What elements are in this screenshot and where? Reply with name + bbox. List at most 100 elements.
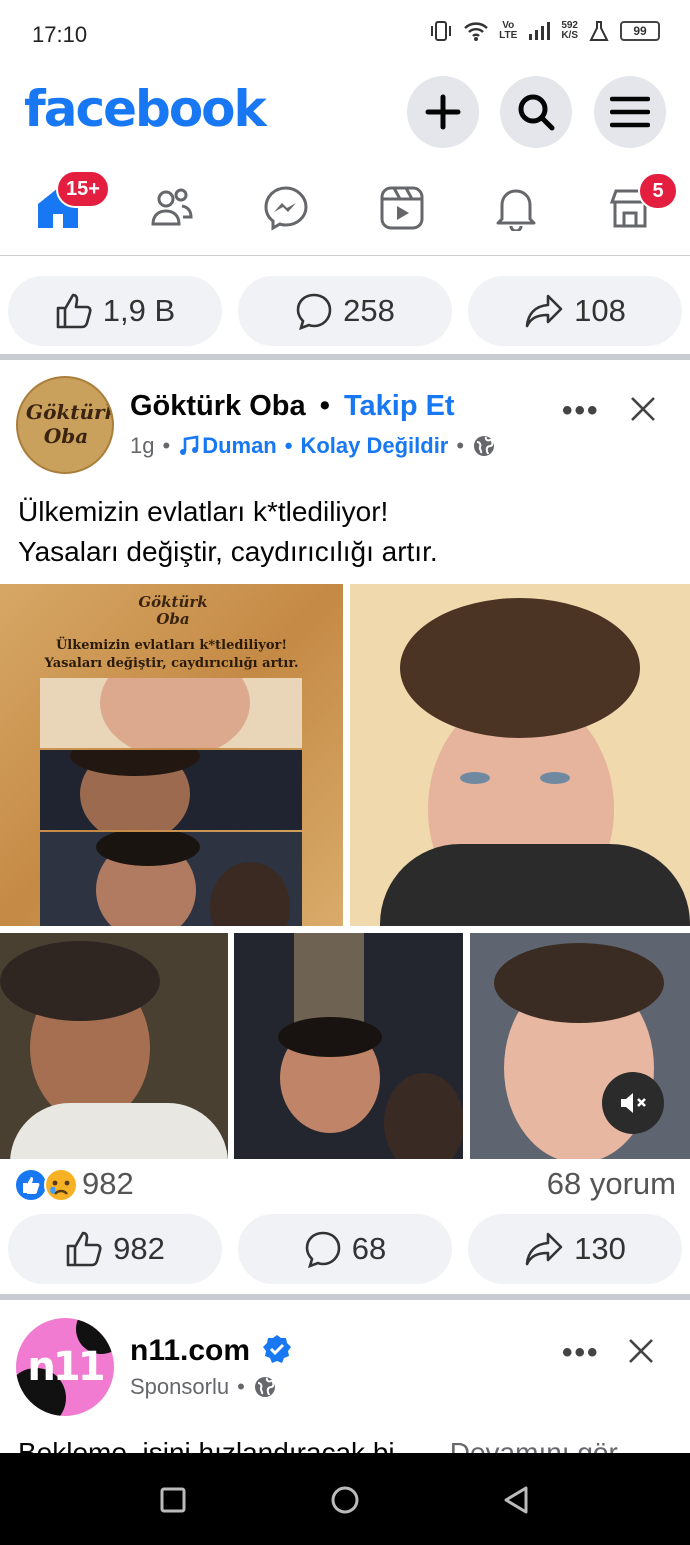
like-button[interactable]: 982 <box>8 1214 222 1284</box>
reactions-summary: 982 68 yorum <box>14 1164 676 1204</box>
music-song[interactable]: Kolay Değildir <box>300 433 448 459</box>
post-photo-4[interactable] <box>234 933 463 1159</box>
tab-friends[interactable] <box>142 178 202 238</box>
poster-logo: Göktürk Oba <box>138 593 208 628</box>
sponsor-meta: Sponsorlu • <box>130 1374 277 1400</box>
bell-icon <box>496 189 536 231</box>
name-separator: • <box>319 390 330 422</box>
avatar-logo-text: Göktürk Oba <box>26 400 114 448</box>
mute-button[interactable] <box>602 1072 664 1134</box>
volte-indicator: Vo LTE <box>499 20 518 41</box>
status-bar: 17:10 Vo LTE 592 K/S 99 <box>0 0 690 70</box>
speed-indicator: 592 K/S <box>561 20 578 41</box>
search-button[interactable] <box>500 76 572 148</box>
prev-share-button[interactable]: 108 <box>468 276 682 346</box>
comment-count-link[interactable]: 68 yorum <box>547 1166 676 1202</box>
music-artist[interactable]: Duman <box>202 433 277 459</box>
messenger-icon <box>264 186 308 231</box>
back-icon[interactable] <box>500 1483 534 1517</box>
comment-button[interactable]: 68 <box>238 1214 452 1284</box>
like-reaction-icon[interactable] <box>14 1168 48 1202</box>
battery-indicator: 99 <box>620 21 660 41</box>
sponsor-avatar[interactable]: n11 <box>16 1318 114 1416</box>
flask-icon <box>589 21 609 41</box>
comment-icon <box>296 293 332 330</box>
post-photo-1[interactable]: Göktürk Oba Ülkemizin evlatları k*tledil… <box>0 584 343 926</box>
post-actions: 982 68 130 <box>0 1214 690 1284</box>
sponsor-avatar-logo: n11 <box>27 1344 105 1390</box>
post-photo-2[interactable] <box>350 584 690 926</box>
tab-bar: 15+ 5 <box>0 160 690 256</box>
prev-like-button[interactable]: 1,9 B <box>8 276 222 346</box>
create-button[interactable] <box>407 76 479 148</box>
tab-messenger[interactable] <box>256 178 316 238</box>
system-nav-bar <box>0 1453 690 1545</box>
poster-photo-top <box>40 678 302 748</box>
post-text-line-1: Ülkemizin evlatları k*tlediliyor! <box>18 496 389 527</box>
sad-reaction-icon[interactable] <box>44 1168 78 1202</box>
signal-icon <box>529 22 551 40</box>
post-photo-3[interactable] <box>0 933 228 1159</box>
wifi-icon <box>464 22 488 41</box>
search-icon <box>518 94 555 131</box>
share-count: 130 <box>574 1231 626 1266</box>
author-avatar[interactable]: Göktürk Oba <box>16 376 114 474</box>
share-button[interactable]: 130 <box>468 1214 682 1284</box>
home-notification-badge: 15+ <box>56 170 110 208</box>
video-icon <box>380 186 424 230</box>
poster-line-2: Yasaları değiştir, caydırıcılığı artır. <box>44 656 299 671</box>
poster-photo-bottom <box>40 832 302 926</box>
sponsor-close-icon[interactable] <box>626 1336 656 1366</box>
globe-icon <box>254 1377 275 1397</box>
post-photo-5[interactable] <box>470 933 690 1159</box>
post-author-name[interactable]: Göktürk Oba <box>130 390 306 422</box>
thumbs-up-icon <box>66 1231 102 1267</box>
poster-photo-mid <box>40 750 302 830</box>
music-note-icon <box>180 435 199 455</box>
post-more-button[interactable]: ••• <box>562 394 600 428</box>
post-meta: 1g • Duman • Kolay Değildir • <box>130 433 496 459</box>
post-close-icon[interactable] <box>628 394 658 424</box>
prev-like-count: 1,9 B <box>102 293 176 328</box>
friends-icon <box>151 188 193 226</box>
home-circle-icon[interactable] <box>328 1483 362 1517</box>
tab-video[interactable] <box>372 178 432 238</box>
share-icon <box>525 294 563 328</box>
hamburger-icon <box>610 96 650 128</box>
share-icon <box>525 1232 563 1266</box>
sponsored-label: Sponsorlu <box>130 1374 230 1399</box>
follow-button[interactable]: Takip Et <box>344 390 455 422</box>
menu-button[interactable] <box>594 76 666 148</box>
tab-notifications[interactable] <box>486 178 546 238</box>
prev-comment-count: 258 <box>343 293 395 328</box>
recents-icon[interactable] <box>156 1483 190 1517</box>
poster-line-1: Ülkemizin evlatları k*tlediliyor! <box>55 638 288 653</box>
facebook-logo[interactable]: facebook <box>24 80 267 138</box>
marketplace-notification-badge: 5 <box>638 172 678 210</box>
status-time: 17:10 <box>32 22 88 47</box>
sponsor-name-line: n11.com <box>130 1334 292 1368</box>
globe-icon <box>474 436 495 456</box>
tab-home[interactable]: 15+ <box>28 170 110 238</box>
comment-count: 68 <box>351 1231 387 1266</box>
post-author-line: Göktürk Oba • Takip Et <box>130 390 455 423</box>
post-text: Ülkemizin evlatları k*tlediliyor! Yasala… <box>18 492 438 572</box>
verified-badge-icon <box>263 1335 292 1363</box>
post-time[interactable]: 1g <box>130 433 154 459</box>
status-icons: Vo LTE 592 K/S 99 <box>429 20 660 42</box>
prev-share-count: 108 <box>574 293 626 328</box>
app-header: facebook <box>0 70 690 160</box>
thumbs-up-icon <box>56 293 92 329</box>
tab-marketplace[interactable]: 5 <box>600 172 678 238</box>
volume-muted-icon <box>621 1093 646 1113</box>
comment-icon <box>305 1231 341 1268</box>
feed-divider <box>0 1294 690 1300</box>
reaction-count[interactable]: 982 <box>82 1166 134 1202</box>
prev-post-actions: 1,9 B 258 108 <box>0 276 690 346</box>
prev-comment-button[interactable]: 258 <box>238 276 452 346</box>
post-text-line-2: Yasaları değiştir, caydırıcılığı artır. <box>18 536 438 567</box>
sponsor-more-button[interactable]: ••• <box>562 1336 600 1370</box>
sponsor-name[interactable]: n11.com <box>130 1334 250 1367</box>
vibrate-icon <box>431 21 452 41</box>
plus-icon <box>425 94 461 130</box>
